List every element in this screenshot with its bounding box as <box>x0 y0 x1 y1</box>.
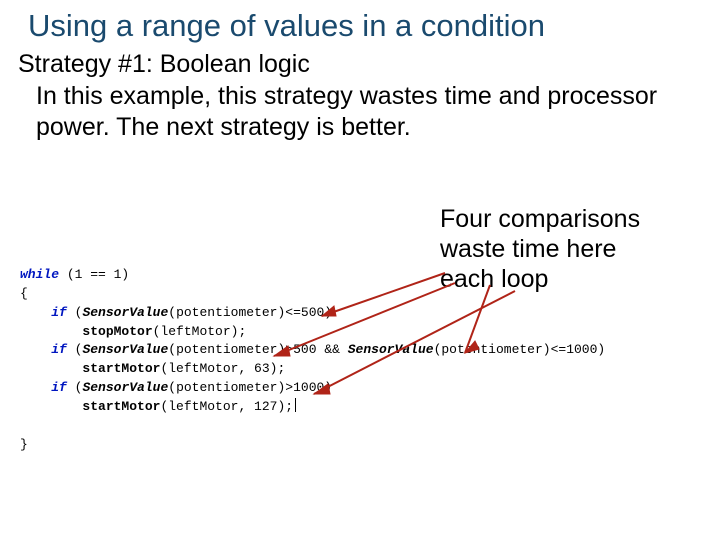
close-brace: } <box>20 437 28 452</box>
sensor-fn: SensorValue <box>82 342 168 357</box>
slide-title: Using a range of values in a condition <box>28 8 720 44</box>
start-fn: startMotor <box>82 399 160 414</box>
start-fn: startMotor <box>82 361 160 376</box>
kw-while: while <box>20 267 59 282</box>
body-paragraph: In this example, this strategy wastes ti… <box>36 81 692 144</box>
strategy-subhead: Strategy #1: Boolean logic <box>18 50 720 79</box>
sensor-fn: SensorValue <box>82 380 168 395</box>
kw-if: if <box>51 380 67 395</box>
text-cursor <box>295 398 296 412</box>
cmp: <=1000) <box>551 342 606 357</box>
kw-if: if <box>51 305 67 320</box>
callout-line: Four comparisons <box>440 204 700 234</box>
while-cond: (1 == 1) <box>59 267 129 282</box>
arrow-icon <box>300 286 520 406</box>
stop-args: (leftMotor); <box>153 324 247 339</box>
open-brace: { <box>20 286 28 301</box>
callout-line: waste time here <box>440 234 700 264</box>
pot-arg: (potentiometer) <box>168 380 285 395</box>
paren: ( <box>67 305 83 320</box>
sensor-fn: SensorValue <box>82 305 168 320</box>
stop-fn: stopMotor <box>82 324 152 339</box>
paren: ( <box>67 342 83 357</box>
start-args: (leftMotor, 127); <box>160 399 293 414</box>
paren: ( <box>67 380 83 395</box>
kw-if: if <box>51 342 67 357</box>
